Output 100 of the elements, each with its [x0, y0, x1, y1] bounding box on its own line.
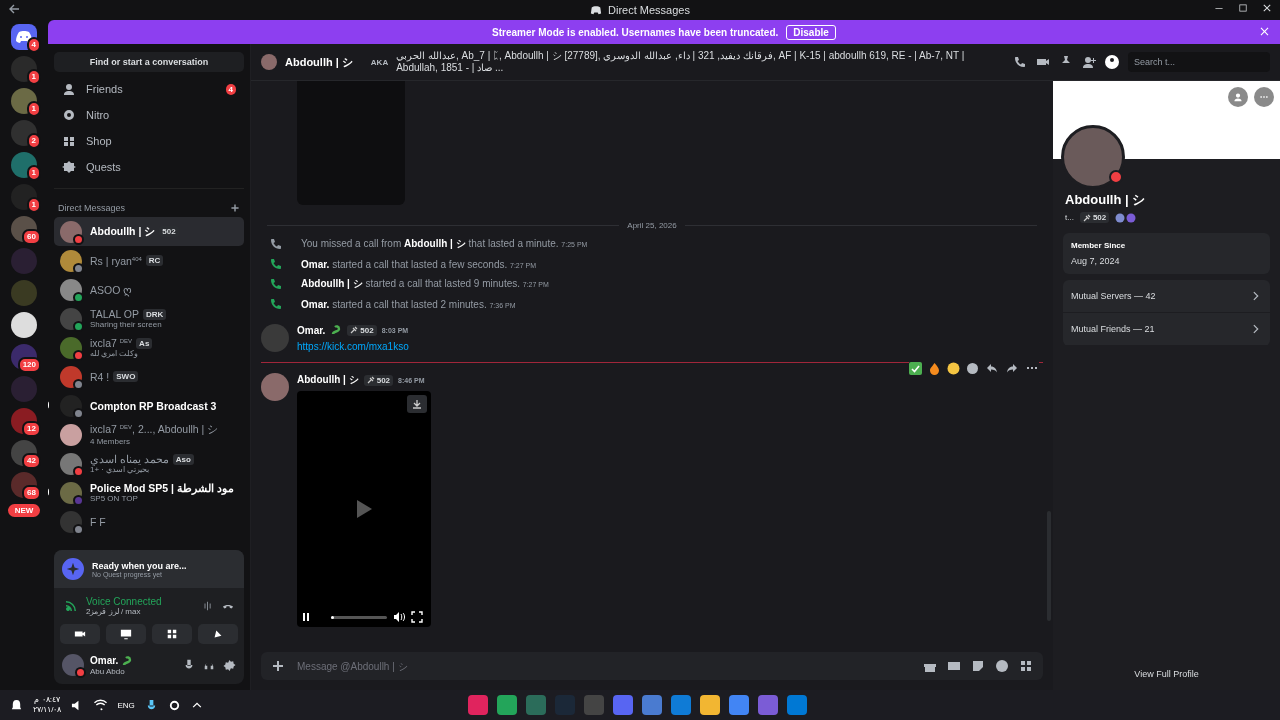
date-divider: April 25, 2026	[627, 221, 677, 230]
user-status: Abu Abdo	[90, 666, 126, 676]
view-profile-button[interactable]: View Full Profile	[1128, 668, 1205, 680]
dm-item[interactable]: TALAL OP DRK Sharing their screen	[54, 304, 244, 333]
discord-logo-icon	[16, 31, 32, 43]
unread-badge: 1	[26, 165, 41, 181]
clock-time[interactable]: ٠٨:٤٧ م	[34, 695, 60, 705]
dm-item[interactable]: R4 ! SWO	[54, 362, 244, 391]
add-friend-button[interactable]	[1228, 87, 1248, 107]
badge-icon	[1115, 212, 1138, 223]
shop-icon	[62, 134, 76, 148]
fullscreen-icon[interactable]	[411, 611, 423, 623]
server-icon[interactable]	[11, 312, 37, 338]
wifi-icon[interactable]	[94, 698, 108, 712]
sticker-icon[interactable]	[971, 659, 985, 673]
dm-item[interactable]: ixcla7 $^{DEV}$, 2..., Abdoullh | シ 4 Members	[54, 420, 244, 449]
role-tag: RC	[145, 255, 164, 266]
taskbar-app-icon[interactable]	[613, 695, 633, 715]
maximize-icon[interactable]	[1238, 3, 1248, 13]
unread-badge: 4	[26, 37, 41, 53]
close-icon[interactable]	[1262, 3, 1272, 13]
plus-icon[interactable]	[230, 203, 240, 213]
volume-icon[interactable]	[393, 611, 405, 623]
unread-badge: 1	[26, 197, 41, 213]
author-name[interactable]: Omar.	[297, 324, 326, 336]
avatar[interactable]	[261, 373, 289, 401]
play-icon[interactable]	[355, 499, 373, 519]
download-icon[interactable]	[407, 395, 427, 413]
language-indicator[interactable]: ENG	[117, 700, 135, 710]
profile-icon[interactable]	[1105, 55, 1119, 69]
taskbar-app-icon[interactable]	[758, 695, 778, 715]
forward-icon[interactable]	[1005, 361, 1019, 375]
phone-icon[interactable]	[1013, 55, 1027, 69]
dm-name: ixcla7 $^{DEV}$, 2..., Abdoullh | シ	[90, 423, 219, 437]
pause-icon[interactable]	[301, 612, 311, 622]
taskbar-app-icon[interactable]	[468, 695, 488, 715]
snake-icon	[121, 654, 134, 667]
activities-button[interactable]	[152, 624, 192, 644]
apps-icon[interactable]	[1019, 659, 1033, 673]
section-heading: Direct Messages	[58, 203, 126, 213]
clock-date[interactable]: ٢٧/١١/٠٨	[33, 705, 62, 715]
avatar[interactable]	[62, 654, 84, 676]
dm-item[interactable]: F F	[54, 507, 244, 536]
window-title: Direct Messages	[608, 4, 690, 16]
person-icon	[62, 82, 76, 96]
avatar	[60, 423, 82, 446]
new-badge[interactable]: NEW	[7, 504, 41, 517]
nav-item[interactable]: Nitro	[54, 102, 244, 128]
dm-subtitle: Sharing their screen	[90, 320, 163, 329]
microphone-icon[interactable]	[183, 659, 195, 671]
taskbar-app-icon[interactable]	[497, 695, 517, 715]
taskbar-app-icon[interactable]	[642, 695, 662, 715]
camera-off-icon	[74, 628, 86, 640]
dm-item[interactable]: ASOO ღ	[54, 275, 244, 304]
mutual-row[interactable]: Mutual Friends — 21	[1063, 313, 1270, 346]
dm-item[interactable]: Compton RP Broadcast 3	[54, 391, 244, 420]
channel-title: Abdoullh | シ	[285, 54, 353, 70]
search-button[interactable]: Find or start a conversation	[54, 52, 244, 72]
taskbar-app-icon[interactable]	[787, 695, 807, 715]
alias-list: عبدالله الحربي, Ab_7 | ᛈ, Abdoullh | シ [27789], فرقانك ديفيد, 321 | داء, عبدالله الدوسري, AF | K-15 | abdoullh 619, RE - | Ab-7, NT | Abdullah, 1851 - | صاد ...	[396, 50, 1005, 74]
taskbar-app-icon[interactable]	[671, 695, 691, 715]
role-tag: Aso	[172, 453, 194, 465]
unread-badge: 120	[17, 357, 41, 373]
card-label: Member Since	[1071, 241, 1127, 250]
nav-item[interactable]: Shop	[54, 128, 244, 154]
message-input[interactable]: Message @Abdoullh | シ	[295, 659, 913, 673]
soundboard-button[interactable]	[198, 624, 238, 644]
dm-item[interactable]: Rs | ryan$^{404}$ RC	[54, 246, 244, 275]
nav-item[interactable]: Quests	[54, 154, 244, 180]
check-reaction-icon[interactable]	[909, 361, 922, 375]
nav-item[interactable]: Friends 4	[54, 76, 244, 102]
message-field[interactable]: Message @Abdoullh | シ	[261, 652, 1043, 680]
back-arrow-icon[interactable]	[8, 3, 20, 15]
progress-track[interactable]	[331, 615, 387, 619]
screen-share-button[interactable]	[106, 624, 146, 644]
message-link[interactable]: https://kick.com/mxa1kso	[297, 341, 409, 352]
settings-icon[interactable]	[223, 658, 236, 672]
member-date: Aug 7, 2024	[1071, 256, 1121, 266]
dm-subtitle: بحيرتي اسدي · +1	[90, 465, 151, 474]
plus-icon[interactable]	[271, 659, 285, 673]
taskbar-app-icon[interactable]	[729, 695, 749, 715]
author-name[interactable]: Abdoullh | シ	[297, 373, 359, 387]
disable-button[interactable]: Disable	[786, 24, 836, 40]
add-friend-icon[interactable]	[1082, 55, 1096, 69]
fire-reaction-icon[interactable]	[928, 361, 941, 375]
role-tag: 502	[347, 324, 377, 336]
voice-channel[interactable]: 2لرز قرمز / max	[86, 607, 194, 616]
pin-icon	[366, 376, 375, 384]
unread-badge: 1	[26, 69, 41, 85]
unread-badge: 12	[22, 421, 41, 437]
taskbar-app-icon[interactable]	[700, 695, 720, 715]
user-name: Omar.	[90, 655, 119, 666]
search-field[interactable]: Search t...	[1128, 52, 1270, 72]
dm-name: Police Mod SP5 | مود الشرطة	[90, 482, 234, 494]
dm-item[interactable]: Abdoullh | シ 502	[54, 217, 244, 246]
phone-icon	[269, 297, 283, 311]
camera-off-button[interactable]	[60, 624, 100, 644]
notification-icon[interactable]	[10, 698, 23, 712]
mutual-row[interactable]: Mutual Servers — 42	[1063, 280, 1270, 313]
more-button[interactable]	[1254, 87, 1274, 107]
